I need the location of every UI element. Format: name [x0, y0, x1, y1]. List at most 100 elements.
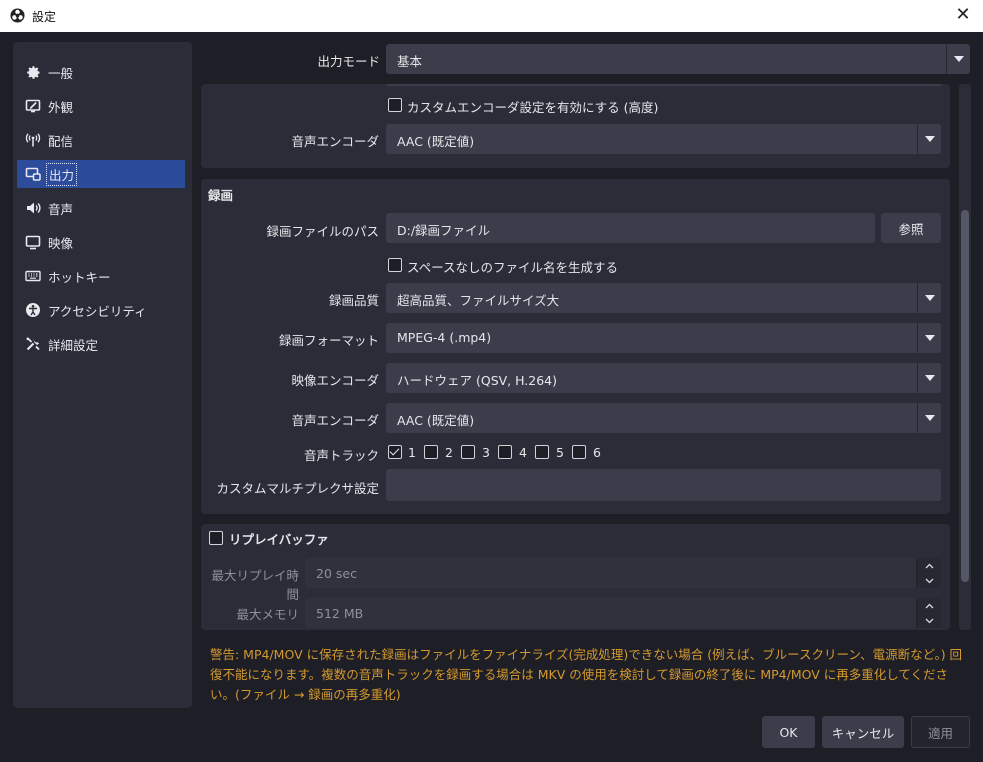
accessibility-icon: [24, 301, 42, 319]
replay-buffer-group: リプレイバッファ 最大リプレイ時間 20 sec 最大メモリ 512 MB: [201, 524, 950, 630]
sidebar-item-video[interactable]: 映像: [17, 228, 185, 256]
replay-buffer-checkbox[interactable]: [209, 531, 223, 545]
output-mode-select[interactable]: 基本: [386, 44, 970, 74]
chevron-down-icon: [917, 363, 941, 393]
max-memory-label: 最大メモリ: [236, 607, 299, 622]
chevron-up-icon[interactable]: [917, 598, 941, 613]
sidebar-item-advanced[interactable]: 詳細設定: [17, 330, 185, 358]
output-icon: [24, 165, 42, 183]
custom-encoder-checkbox[interactable]: [388, 98, 402, 112]
recording-quality-value: 超高品質、ファイルサイズ大: [397, 293, 560, 308]
sidebar-item-label: ホットキー: [48, 269, 111, 285]
audio-track-6-label: 6: [593, 445, 601, 460]
sidebar-item-label: 外観: [48, 99, 74, 115]
no-space-filename-checkbox[interactable]: [388, 258, 402, 272]
audio-track-2-checkbox[interactable]: [424, 445, 438, 459]
sidebar-item-hotkeys[interactable]: ホットキー: [17, 262, 185, 290]
recording-format-select[interactable]: MPEG-4 (.mp4): [386, 323, 941, 353]
apply-button[interactable]: 適用: [911, 716, 970, 748]
audio-track-1-checkbox[interactable]: [388, 445, 402, 459]
sidebar-item-label: 映像: [48, 235, 74, 251]
recording-title: 録画: [208, 188, 234, 203]
broadcast-icon: [24, 131, 42, 149]
audio-track-3-checkbox[interactable]: [461, 445, 475, 459]
recording-group: 録画 録画ファイルのパス D:/録画ファイル 参照 スペースなしのファイル名を生…: [201, 179, 950, 514]
audio-track-4-label: 4: [519, 445, 527, 460]
video-encoder-value: ハードウェア (QSV, H.264): [397, 373, 558, 388]
streaming-group: カスタムエンコーダ設定を有効にする (高度) 音声エンコーダ AAC (既定値): [201, 84, 950, 168]
custom-muxer-label: カスタムマルチプレクサ設定: [216, 481, 379, 496]
tools-icon: [24, 335, 42, 353]
keyboard-icon: [24, 267, 42, 285]
vertical-scrollbar[interactable]: [959, 84, 971, 630]
chevron-down-icon: [917, 403, 941, 433]
recording-format-label: 録画フォーマット: [278, 333, 379, 348]
chevron-up-icon[interactable]: [917, 558, 941, 573]
mp4-warning-text: 警告: MP4/MOV に保存された録画はファイルをファイナライズ(完成処理)で…: [210, 647, 963, 702]
audio-track-2-label: 2: [445, 445, 453, 460]
appearance-icon: [24, 97, 42, 115]
video-encoder-select[interactable]: ハードウェア (QSV, H.264): [386, 363, 941, 393]
max-memory-spinbox[interactable]: 512 MB: [305, 598, 941, 628]
chevron-down-icon: [917, 283, 941, 313]
recording-quality-label: 録画品質: [328, 293, 379, 308]
max-replay-time-spinbox[interactable]: 20 sec: [305, 558, 941, 588]
recording-audio-encoder-label: 音声エンコーダ: [291, 413, 379, 428]
chevron-down-icon: [946, 44, 970, 74]
ok-button[interactable]: OK: [762, 716, 815, 748]
audio-track-5-checkbox[interactable]: [535, 445, 549, 459]
recording-path-input[interactable]: D:/録画ファイル: [386, 213, 875, 243]
sidebar-item-label: 一般: [48, 65, 74, 81]
custom-encoder-label: カスタムエンコーダ設定を有効にする (高度): [407, 100, 659, 115]
sidebar-item-accessibility[interactable]: アクセシビリティ: [17, 296, 185, 324]
sidebar-item-label: 出力: [45, 162, 78, 186]
title-bar: 設定 ✕: [0, 0, 983, 32]
audio-track-4-checkbox[interactable]: [498, 445, 512, 459]
scrolled-field-edge: [387, 84, 941, 86]
stream-audio-encoder-label: 音声エンコーダ: [291, 134, 379, 149]
recording-quality-select[interactable]: 超高品質、ファイルサイズ大: [386, 283, 941, 313]
stream-audio-encoder-value: AAC (既定値): [397, 134, 475, 149]
audio-track-1-label: 1: [408, 445, 416, 460]
recording-format-value: MPEG-4 (.mp4): [397, 330, 492, 345]
sidebar-item-appearance[interactable]: 外観: [17, 92, 185, 120]
speaker-icon: [24, 199, 42, 217]
settings-sidebar: 一般 外観 配信 出力 音声 映像 ホットキー アクセシビリティ 詳細設定: [13, 42, 192, 708]
window-title: 設定: [32, 10, 57, 24]
recording-path-value: D:/録画ファイル: [397, 223, 491, 238]
audio-track-3-label: 3: [482, 445, 490, 460]
sidebar-item-stream[interactable]: 配信: [17, 126, 185, 154]
sidebar-item-label: 配信: [48, 133, 74, 149]
output-settings-panel: 出力モード 基本 カスタムエンコーダ設定を有効にする (高度) 音声エンコーダ …: [200, 32, 972, 630]
chevron-down-icon: [917, 124, 941, 154]
chevron-down-icon: [917, 323, 941, 353]
sidebar-item-label: 詳細設定: [48, 337, 99, 353]
scrollbar-thumb[interactable]: [961, 210, 969, 582]
sidebar-item-output[interactable]: 出力: [17, 160, 185, 188]
recording-path-label: 録画ファイルのパス: [266, 224, 379, 239]
recording-audio-encoder-value: AAC (既定値): [397, 413, 475, 428]
cancel-button[interactable]: キャンセル: [822, 716, 904, 748]
chevron-down-icon[interactable]: [917, 613, 941, 628]
audio-track-label: 音声トラック: [303, 448, 379, 463]
sidebar-item-audio[interactable]: 音声: [17, 194, 185, 222]
sidebar-item-label: 音声: [48, 201, 74, 217]
max-replay-time-value: 20 sec: [316, 566, 357, 581]
stream-audio-encoder-select[interactable]: AAC (既定値): [386, 124, 941, 154]
gear-icon: [24, 63, 42, 81]
output-mode-label: 出力モード: [317, 54, 380, 69]
max-replay-time-label: 最大リプレイ時間: [211, 568, 299, 602]
sidebar-item-general[interactable]: 一般: [17, 58, 185, 86]
obs-logo-icon: [10, 8, 25, 23]
monitor-icon: [24, 233, 42, 251]
chevron-down-icon[interactable]: [917, 573, 941, 588]
no-space-filename-label: スペースなしのファイル名を生成する: [407, 260, 619, 275]
close-icon[interactable]: ✕: [953, 5, 973, 25]
recording-audio-encoder-select[interactable]: AAC (既定値): [386, 403, 941, 433]
audio-track-6-checkbox[interactable]: [572, 445, 586, 459]
custom-muxer-input[interactable]: [386, 469, 941, 501]
audio-track-5-label: 5: [556, 445, 564, 460]
browse-button[interactable]: 参照: [881, 213, 941, 243]
sidebar-item-label: アクセシビリティ: [48, 303, 147, 319]
max-memory-value: 512 MB: [316, 606, 364, 621]
